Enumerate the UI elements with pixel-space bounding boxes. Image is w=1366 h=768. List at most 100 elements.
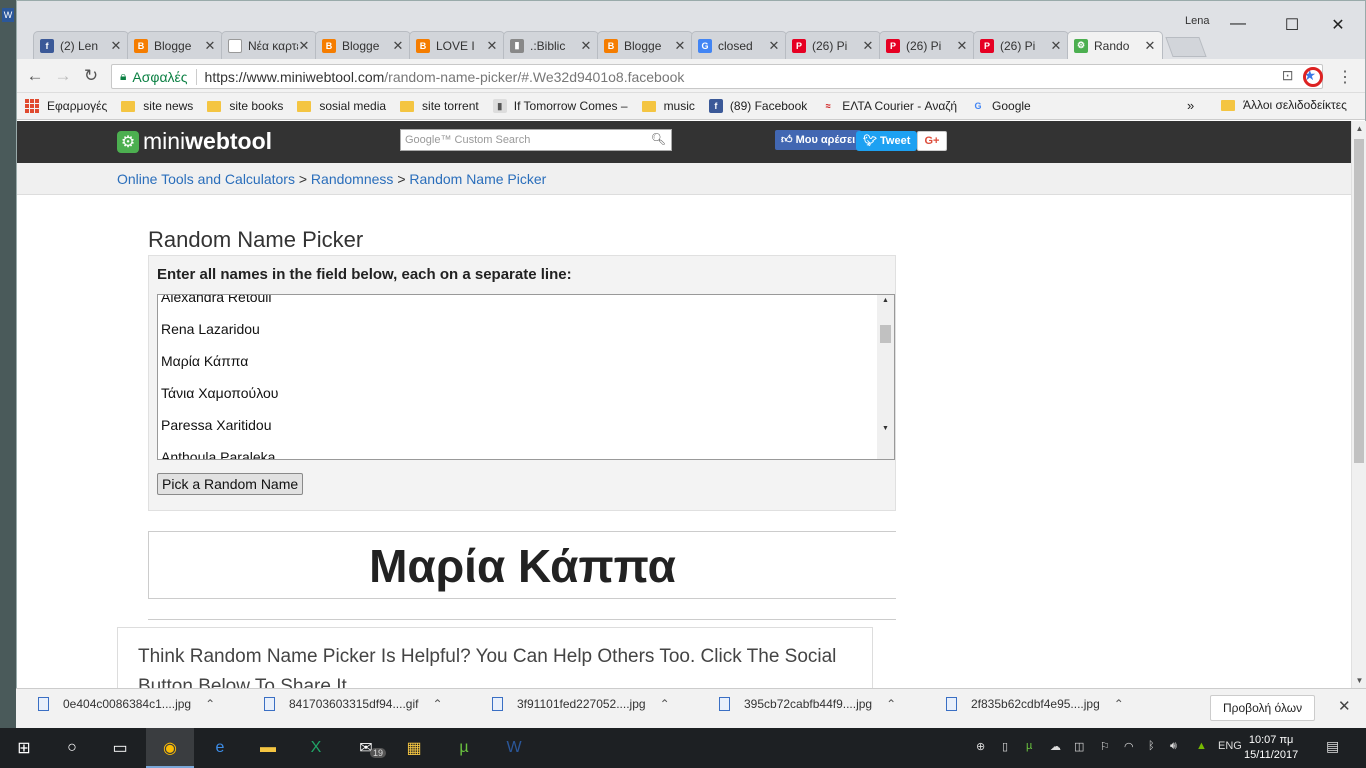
browser-tab[interactable]: B Blogge ✕	[597, 31, 693, 59]
language-indicator[interactable]: ENG	[1218, 740, 1242, 752]
bluetooth-icon[interactable]: ᛒ	[1148, 740, 1155, 752]
back-button[interactable]: ←	[23, 66, 47, 86]
scroll-up-arrow[interactable]: ▲	[877, 297, 894, 304]
breadcrumb-online-tools[interactable]: Online Tools and Calculators	[117, 171, 295, 187]
bookmark-item[interactable]: Εφαρμογές	[25, 99, 107, 113]
scroll-down-arrow[interactable]: ▼	[877, 425, 894, 432]
chrome-icon[interactable]: ◉	[158, 736, 182, 760]
tray-icon[interactable]: ▯	[1002, 740, 1008, 753]
close-tab-icon[interactable]: ✕	[674, 38, 686, 54]
browser-tab[interactable]: B LOVE I ✕	[409, 31, 505, 59]
scrollbar-thumb[interactable]	[880, 325, 891, 343]
browser-tab[interactable]: P (26) Pi ✕	[785, 31, 881, 59]
close-tab-icon[interactable]: ✕	[580, 38, 592, 54]
download-item[interactable]: 841703603315df94....gif ⌃	[264, 697, 443, 711]
wifi-icon[interactable]: ◠	[1124, 740, 1134, 753]
scrollbar-thumb[interactable]	[1354, 139, 1364, 463]
word-icon[interactable]: W	[502, 736, 526, 760]
new-tab-button[interactable]	[1165, 37, 1207, 57]
close-icon[interactable]: ✕	[1338, 697, 1351, 715]
store-icon[interactable]: ▦	[402, 736, 426, 760]
close-tab-icon[interactable]: ✕	[486, 38, 498, 54]
browser-tab[interactable]: B Blogge ✕	[315, 31, 411, 59]
bookmark-item[interactable]: sosial media	[297, 99, 386, 113]
bookmark-item[interactable]: site books	[207, 99, 283, 113]
bookmark-item[interactable]: ≈ ΕΛΤΑ Courier - Αναζή	[821, 99, 957, 113]
profile-name[interactable]: Lena	[1185, 15, 1209, 27]
close-tab-icon[interactable]: ✕	[1050, 38, 1062, 54]
pick-random-name-button[interactable]: Pick a Random Name	[157, 473, 304, 495]
search-icon[interactable]: ○	[60, 736, 84, 760]
breadcrumb-random-name-picker[interactable]: Random Name Picker	[409, 171, 546, 187]
chevron-up-icon[interactable]: ⌃	[660, 697, 670, 711]
utorrent-icon[interactable]: µ	[452, 736, 476, 760]
chevron-up-icon[interactable]: ⌃	[886, 697, 896, 711]
bookmark-item[interactable]: site torrent	[400, 99, 479, 113]
page-scrollbar[interactable]: ▲ ▼	[1351, 121, 1366, 689]
bookmark-item[interactable]: ▮ If Tomorrow Comes –	[492, 99, 628, 113]
opera-extension-icon[interactable]	[1303, 67, 1323, 87]
close-tab-icon[interactable]: ✕	[1144, 38, 1156, 54]
chevron-up-icon[interactable]: ⌃	[432, 697, 442, 711]
windows-start-icon[interactable]: ⊞	[12, 736, 36, 760]
volume-icon[interactable]: 🔊︎	[1170, 740, 1177, 753]
close-window-button[interactable]: ✕	[1315, 15, 1361, 35]
nvidia-icon[interactable]: ▲	[1196, 740, 1207, 752]
chevron-up-icon[interactable]: ⌃	[205, 697, 215, 711]
close-tab-icon[interactable]: ✕	[956, 38, 968, 54]
forward-button[interactable]: →	[51, 66, 75, 86]
edge-icon[interactable]: e	[208, 736, 232, 760]
names-textarea[interactable]: Alexandra Retouli Rena Lazaridou Μαρία Κάπ…	[157, 294, 895, 460]
clock[interactable]: 10:07 πμ 15/11/2017	[1244, 733, 1298, 763]
facebook-like-button[interactable]: 👍︎ Μου αρέσει	[775, 130, 862, 150]
translate-icon[interactable]: ⊡	[1282, 67, 1294, 84]
download-item[interactable]: 3f91101fed227052....jpg ⌃	[492, 697, 670, 711]
maximize-button[interactable]: ☐	[1269, 15, 1315, 35]
close-tab-icon[interactable]: ✕	[768, 38, 780, 54]
onedrive-icon[interactable]: ☁	[1050, 740, 1061, 753]
breadcrumb-randomness[interactable]: Randomness	[311, 171, 394, 187]
browser-tab[interactable]: P (26) Pi ✕	[973, 31, 1069, 59]
tweet-button[interactable]: 🐦︎ Tweet	[856, 131, 918, 151]
download-item[interactable]: 395cb72cabfb44f9....jpg ⌃	[719, 697, 896, 711]
address-bar[interactable]: 🔒︎ Ασφαλές https://www.miniwebtool.com/r…	[111, 64, 1323, 89]
close-tab-icon[interactable]: ✕	[392, 38, 404, 54]
more-bookmarks-button[interactable]: »	[1187, 98, 1194, 113]
site-logo[interactable]: ⚙ mini webtool	[117, 128, 272, 155]
bookmark-item[interactable]: music	[641, 99, 695, 113]
file-explorer-icon[interactable]: ▬	[256, 736, 280, 760]
chrome-menu-icon[interactable]: ⋮	[1337, 67, 1353, 87]
bookmark-item[interactable]: G Google	[971, 99, 1031, 113]
browser-tab[interactable]: B Blogge ✕	[127, 31, 223, 59]
utorrent-tray-icon[interactable]: µ	[1026, 740, 1032, 752]
scroll-up-arrow[interactable]: ▲	[1352, 124, 1366, 133]
browser-tab[interactable]: Νέα καρτε ✕	[221, 31, 317, 59]
chevron-up-icon[interactable]: ⌃	[1114, 697, 1124, 711]
close-tab-icon[interactable]: ✕	[298, 38, 310, 54]
browser-tab[interactable]: Gclosed ✕	[691, 31, 787, 59]
download-item[interactable]: 2f835b62cdbf4e95....jpg ⌃	[946, 697, 1124, 711]
browser-tab[interactable]: ⚙ Rando ✕	[1067, 31, 1163, 59]
site-search-input[interactable]: Google™ Custom Search 🔍︎	[400, 129, 672, 151]
tray-icon[interactable]: ⊕	[976, 740, 985, 753]
excel-icon[interactable]: X	[304, 736, 328, 760]
tray-icon[interactable]: ⚐	[1100, 740, 1110, 753]
minimize-button[interactable]: —	[1215, 15, 1261, 33]
show-all-downloads-button[interactable]: Προβολή όλων	[1210, 695, 1316, 721]
browser-tab[interactable]: P (26) Pi ✕	[879, 31, 975, 59]
tray-icon[interactable]: ◫	[1074, 740, 1084, 753]
scroll-down-arrow[interactable]: ▼	[1352, 676, 1366, 685]
textarea-scrollbar[interactable]: ▲ ▼	[877, 295, 894, 459]
notifications-icon[interactable]: ▤	[1326, 738, 1339, 755]
other-bookmarks-folder[interactable]: Άλλοι σελιδοδείκτες	[1221, 98, 1347, 112]
download-item[interactable]: 0e404c0086384c1....jpg ⌃	[38, 697, 215, 711]
browser-tab[interactable]: f (2) Len ✕	[33, 31, 129, 59]
reload-button[interactable]: ↻	[79, 66, 103, 86]
google-plus-button[interactable]: G+	[917, 131, 947, 151]
bookmark-item[interactable]: site news	[121, 99, 193, 113]
close-tab-icon[interactable]: ✕	[110, 38, 122, 54]
task-view-icon[interactable]: ▭	[108, 736, 132, 760]
search-icon[interactable]: 🔍︎	[651, 132, 666, 146]
close-tab-icon[interactable]: ✕	[862, 38, 874, 54]
browser-tab[interactable]: ▮ .:Biblic ✕	[503, 31, 599, 59]
